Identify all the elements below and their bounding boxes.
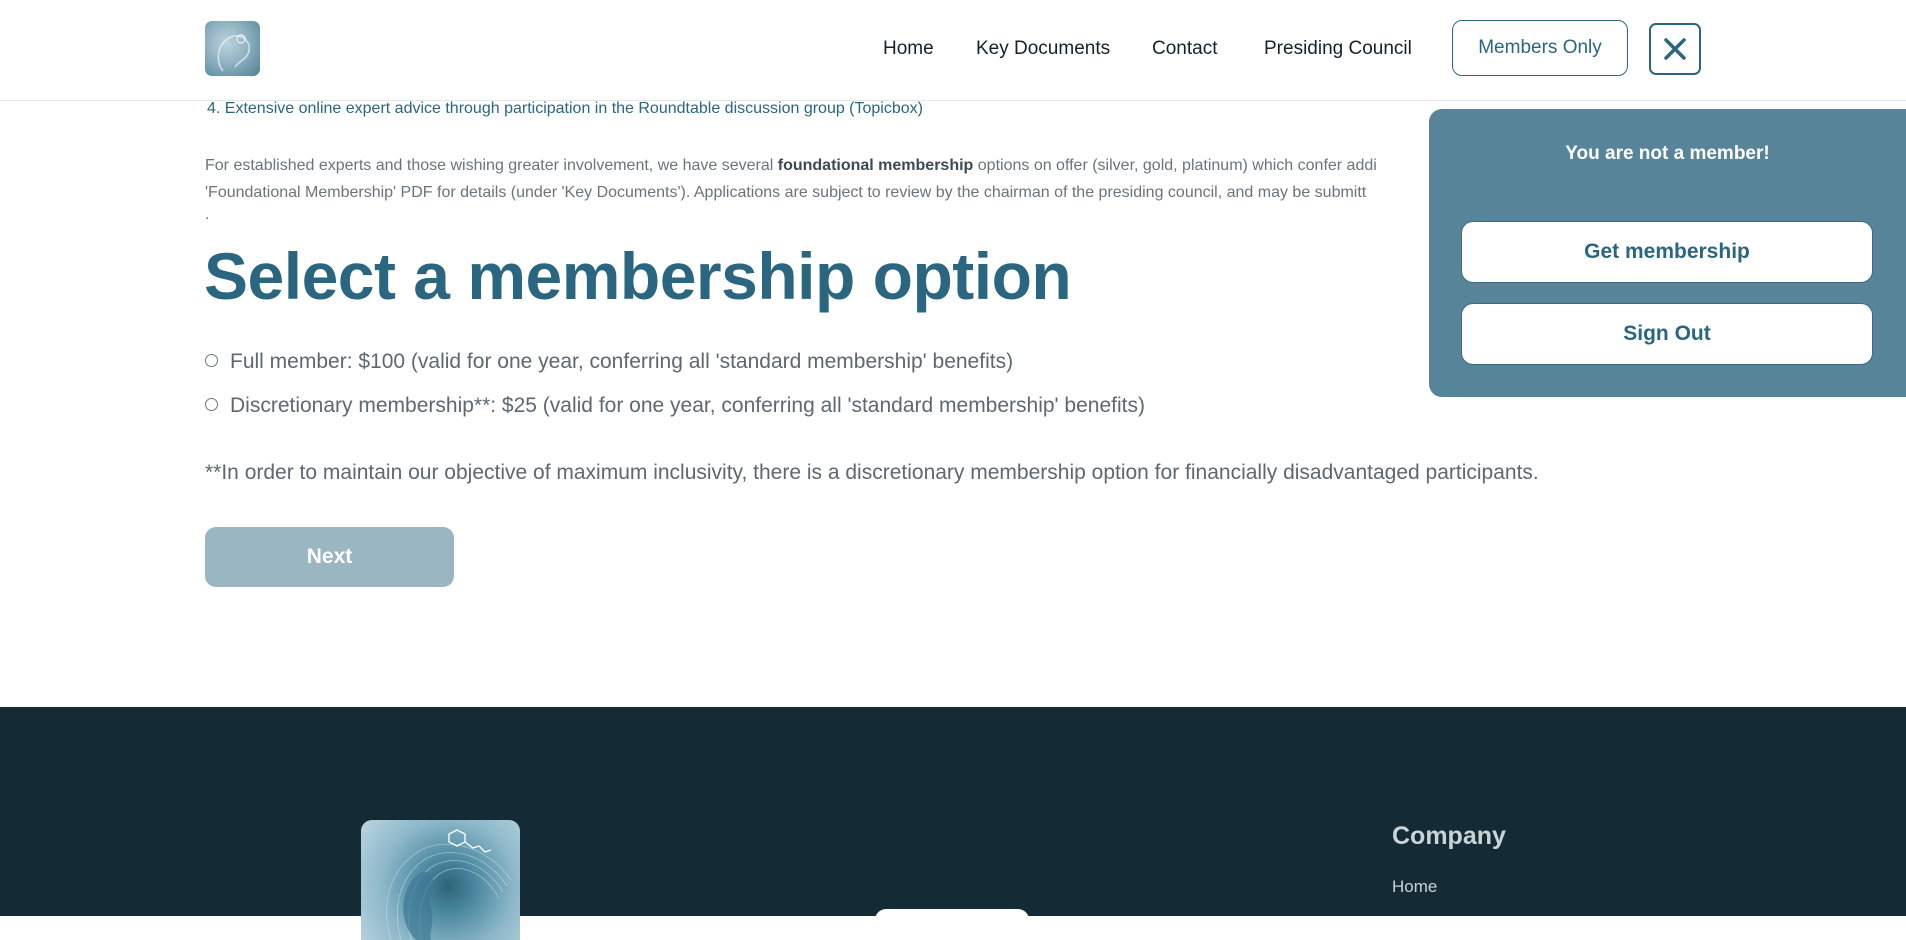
get-membership-button[interactable]: Get membership xyxy=(1461,221,1873,283)
option-full-member[interactable]: Full member: $100 (valid for one year, c… xyxy=(205,350,1013,374)
paragraph-text: 'Foundational Membership' PDF for detail… xyxy=(205,184,1367,201)
radio-button[interactable] xyxy=(205,397,218,411)
benefit-list-item: 4. Extensive online expert advice throug… xyxy=(207,100,923,117)
site-footer: Company Home xyxy=(0,707,1906,940)
footer-button[interactable] xyxy=(875,909,1029,929)
page-title: Select a membership option xyxy=(204,239,1072,313)
membership-popup: You are not a member! Get membership Sig… xyxy=(1429,109,1906,397)
close-button[interactable] xyxy=(1649,23,1701,75)
inclusivity-note: **In order to maintain our objective of … xyxy=(205,461,1539,484)
paragraph-text: For established experts and those wishin… xyxy=(205,157,778,174)
option-label: Discretionary membership**: $25 (valid f… xyxy=(230,394,1145,417)
paragraph-text: options on offer (silver, gold, platinum… xyxy=(973,157,1377,174)
site-logo[interactable] xyxy=(205,21,260,76)
sign-out-button[interactable]: Sign Out xyxy=(1461,303,1873,365)
option-label: Full member: $100 (valid for one year, c… xyxy=(230,350,1014,373)
nav-contact[interactable]: Contact xyxy=(1152,38,1217,60)
nav-home[interactable]: Home xyxy=(883,38,934,60)
footer-company-heading: Company xyxy=(1392,822,1506,850)
option-discretionary-member[interactable]: Discretionary membership**: $25 (valid f… xyxy=(205,394,1145,418)
next-button[interactable]: Next xyxy=(205,527,454,587)
popup-title: You are not a member! xyxy=(1565,143,1770,164)
site-header: Home Key Documents Contact Presiding Cou… xyxy=(0,0,1906,101)
members-only-button[interactable]: Members Only xyxy=(1452,20,1628,76)
nav-key-documents[interactable]: Key Documents xyxy=(976,38,1110,60)
foundational-membership-paragraph: For established experts and those wishin… xyxy=(205,152,1425,206)
footer-link-home[interactable]: Home xyxy=(1392,877,1437,897)
nav-presiding-council[interactable]: Presiding Council xyxy=(1264,38,1412,60)
footer-logo xyxy=(361,820,520,940)
close-icon xyxy=(1664,38,1686,60)
paragraph-bold-text: foundational membership xyxy=(777,157,974,174)
radio-button[interactable] xyxy=(205,353,218,367)
paragraph-dot: . xyxy=(205,206,210,223)
